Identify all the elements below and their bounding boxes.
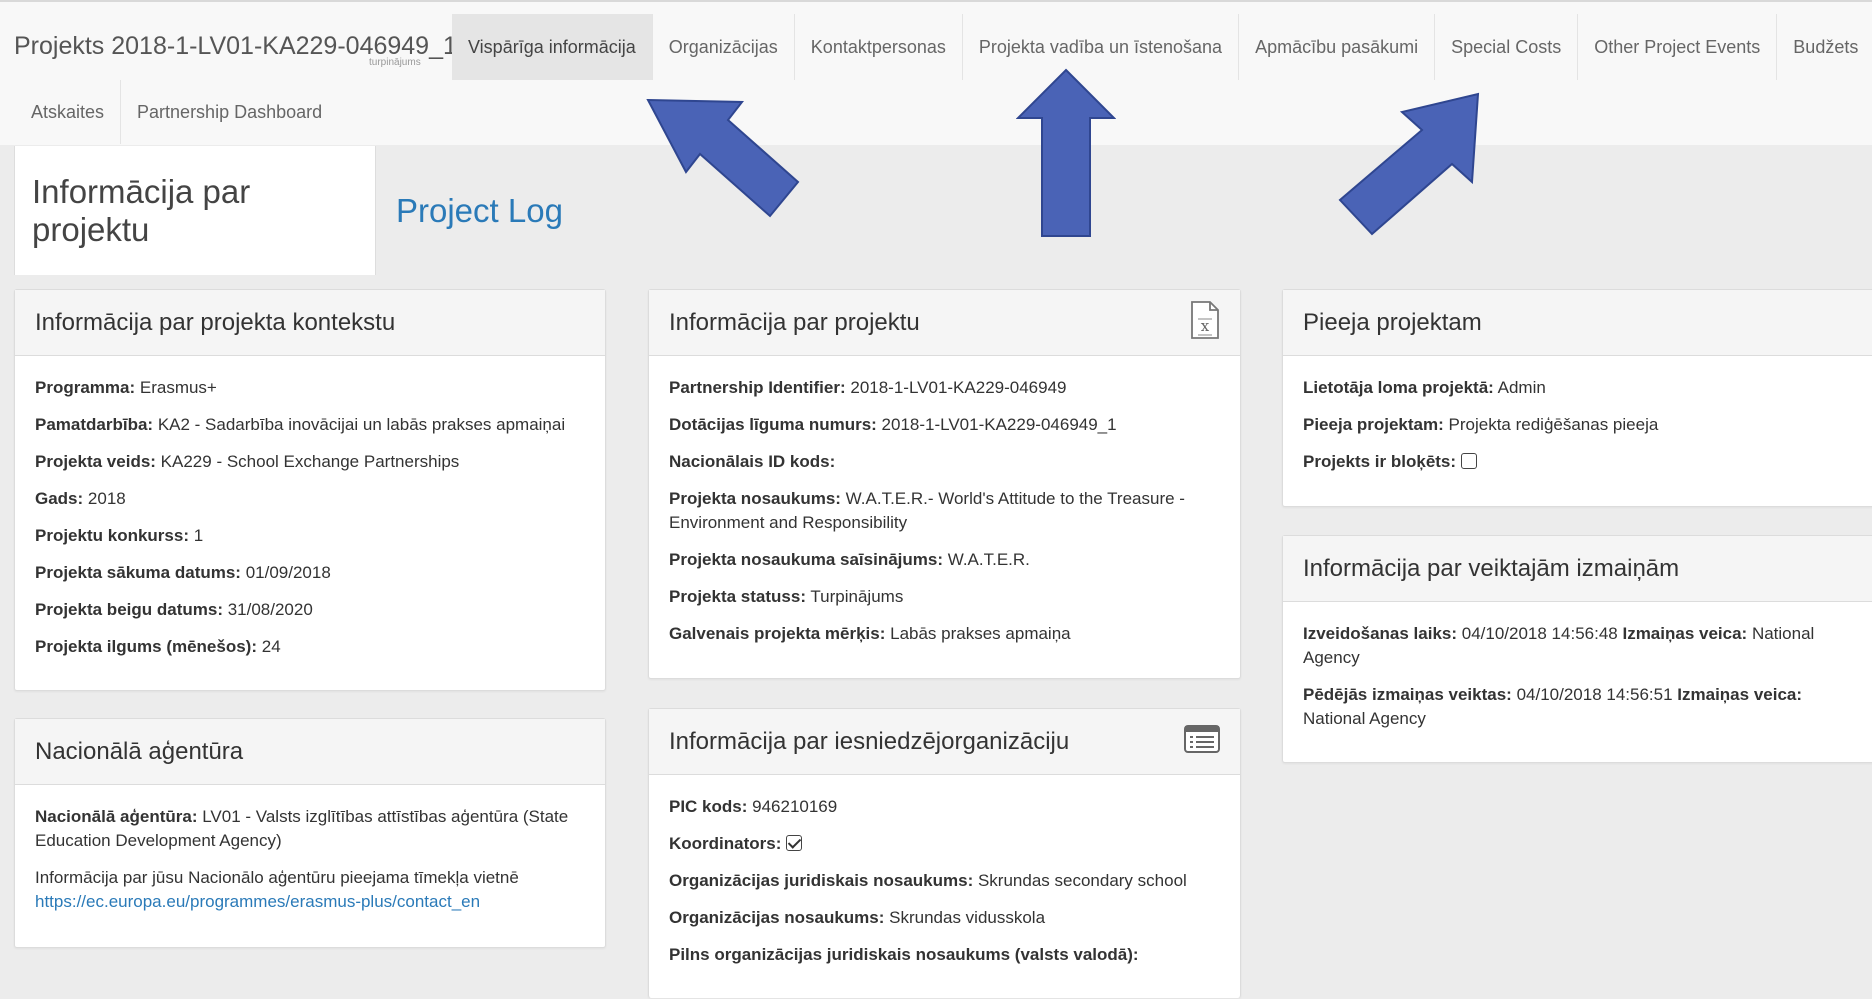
tab-project-log[interactable]: Project Log <box>376 146 580 275</box>
field-year: Gads: 2018 <box>35 489 126 508</box>
applicant-panel: Informācija par iesniedzējorganizāciju P… <box>648 708 1241 998</box>
field-coordinator: Koordinators: <box>669 832 1220 856</box>
nav-general-info[interactable]: Vispārīga informācija <box>452 14 653 80</box>
agency-contact-link[interactable]: https://ec.europa.eu/programmes/erasmus-… <box>35 890 585 914</box>
nav-reports[interactable]: Atskaites <box>15 80 122 144</box>
top-navbar: Projekts 2018-1-LV01-KA229-046949_1 turp… <box>0 0 1872 145</box>
agency-panel-title: Nacionālā aģentūra <box>35 737 244 765</box>
field-pic: PIC kods: 946210169 <box>669 797 838 816</box>
nav-budget[interactable]: Budžets <box>1777 14 1872 80</box>
field-national-id: Nacionālais ID kods: <box>669 452 836 471</box>
svg-text:x: x <box>1201 317 1210 335</box>
locked-checkbox[interactable] <box>1460 453 1477 469</box>
context-panel: Informācija par projekta kontekstu Progr… <box>14 289 606 691</box>
nav-row-primary: Vispārīga informācija Organizācijas Kont… <box>452 14 1872 80</box>
coordinator-checkbox[interactable] <box>786 835 803 851</box>
project-panel-header: Informācija par projektu x <box>649 290 1240 356</box>
tab-project-info[interactable]: Informācija par projektu <box>14 146 376 275</box>
field-partnership-id: Partnership Identifier: 2018-1-LV01-KA22… <box>669 378 1067 397</box>
field-project-status: Projekta statuss: Turpinājums <box>669 587 904 606</box>
nav-contacts[interactable]: Kontaktpersonas <box>795 14 963 80</box>
field-key-action: Pamatdarbība: KA2 - Sadarbība inovācijai… <box>35 415 566 434</box>
applicant-panel-title: Informācija par iesniedzējorganizāciju <box>669 727 1070 755</box>
project-panel: Informācija par projektu x Partnership I… <box>648 289 1241 679</box>
field-agency: Nacionālā aģentūra: LV01 - Valsts izglīt… <box>35 807 569 850</box>
list-icon[interactable] <box>1184 725 1220 758</box>
nav-partnership-dashboard[interactable]: Partnership Dashboard <box>121 80 338 144</box>
project-panel-title: Informācija par projektu <box>669 308 920 336</box>
project-panel-body: Partnership Identifier: 2018-1-LV01-KA22… <box>649 356 1240 669</box>
field-grant-number: Dotācijas līguma numurs: 2018-1-LV01-KA2… <box>669 415 1117 434</box>
nav-training-events[interactable]: Apmācību pasākumi <box>1239 14 1436 80</box>
access-panel-title: Pieeja projektam <box>1303 308 1482 336</box>
field-project-name: Projekta nosaukums: W.A.T.E.R.- World's … <box>669 489 1185 532</box>
agency-note: Informācija par jūsu Nacionālo aģentūru … <box>35 868 519 887</box>
field-created: Izveidošanas laiks: 04/10/2018 14:56:48 … <box>1303 624 1815 667</box>
field-duration: Projekta ilgums (mēnešos): 24 <box>35 637 281 656</box>
context-panel-body: Programma: Erasmus+ Pamatdarbība: KA2 - … <box>15 356 605 682</box>
arrow-up-right-icon <box>1338 92 1480 236</box>
field-project-type: Projekta veids: KA229 - School Exchange … <box>35 452 460 471</box>
field-locked: Projekts ir bloķēts: <box>1303 450 1862 474</box>
page-tabs: Informācija par projektu Project Log <box>14 146 580 275</box>
context-panel-header: Informācija par projekta kontekstu <box>15 290 605 356</box>
arrow-up-icon <box>1016 68 1116 237</box>
excel-file-icon[interactable]: x <box>1190 301 1220 344</box>
field-last-modified: Pēdējās izmaiņas veiktas: 04/10/2018 14:… <box>1303 685 1803 728</box>
field-call: Projektu konkurss: 1 <box>35 526 204 545</box>
access-panel-header: Pieeja projektam <box>1283 290 1872 356</box>
changes-panel-body: Izveidošanas laiks: 04/10/2018 14:56:48 … <box>1283 602 1872 754</box>
agency-panel-header: Nacionālā aģentūra <box>15 719 605 785</box>
nav-organizations[interactable]: Organizācijas <box>653 14 795 80</box>
field-access: Pieeja projektam: Projekta rediģēšanas p… <box>1303 415 1659 434</box>
field-program: Programma: Erasmus+ <box>35 378 217 397</box>
applicant-panel-header: Informācija par iesniedzējorganizāciju <box>649 709 1240 775</box>
access-panel: Pieeja projektam Lietotāja loma projektā… <box>1282 289 1872 507</box>
field-end-date: Projekta beigu datums: 31/08/2020 <box>35 600 313 619</box>
agency-panel: Nacionālā aģentūra Nacionālā aģentūra: L… <box>14 718 606 948</box>
changes-panel: Informācija par veiktajām izmaiņām Izvei… <box>1282 535 1872 763</box>
field-start-date: Projekta sākuma datums: 01/09/2018 <box>35 563 331 582</box>
agency-panel-body: Nacionālā aģentūra: LV01 - Valsts izglīt… <box>15 785 605 924</box>
nav-row-secondary: Atskaites Partnership Dashboard <box>15 80 338 146</box>
field-org-name: Organizācijas nosaukums: Skrundas viduss… <box>669 908 1046 927</box>
field-project-acronym: Projekta nosaukuma saīsinājums: W.A.T.E.… <box>669 550 1030 569</box>
field-user-role: Lietotāja loma projektā: Admin <box>1303 378 1546 397</box>
access-panel-body: Lietotāja loma projektā: Admin Pieeja pr… <box>1283 356 1872 497</box>
arrow-up-left-icon <box>646 98 800 218</box>
nav-other-events[interactable]: Other Project Events <box>1578 14 1778 80</box>
changes-panel-header: Informācija par veiktajām izmaiņām <box>1283 536 1872 602</box>
applicant-panel-body: PIC kods: 946210169 Koordinators: Organi… <box>649 775 1240 990</box>
context-panel-title: Informācija par projekta kontekstu <box>35 308 396 336</box>
field-legal-name: Organizācijas juridiskais nosaukums: Skr… <box>669 871 1187 890</box>
field-main-objective: Galvenais projekta mērķis: Labās prakses… <box>669 624 1071 643</box>
nav-special-costs[interactable]: Special Costs <box>1435 14 1579 80</box>
project-status-subtitle: turpinājums <box>369 57 421 68</box>
changes-panel-title: Informācija par veiktajām izmaiņām <box>1303 554 1680 582</box>
field-full-legal-name: Pilns organizācijas juridiskais nosaukum… <box>669 945 1139 964</box>
